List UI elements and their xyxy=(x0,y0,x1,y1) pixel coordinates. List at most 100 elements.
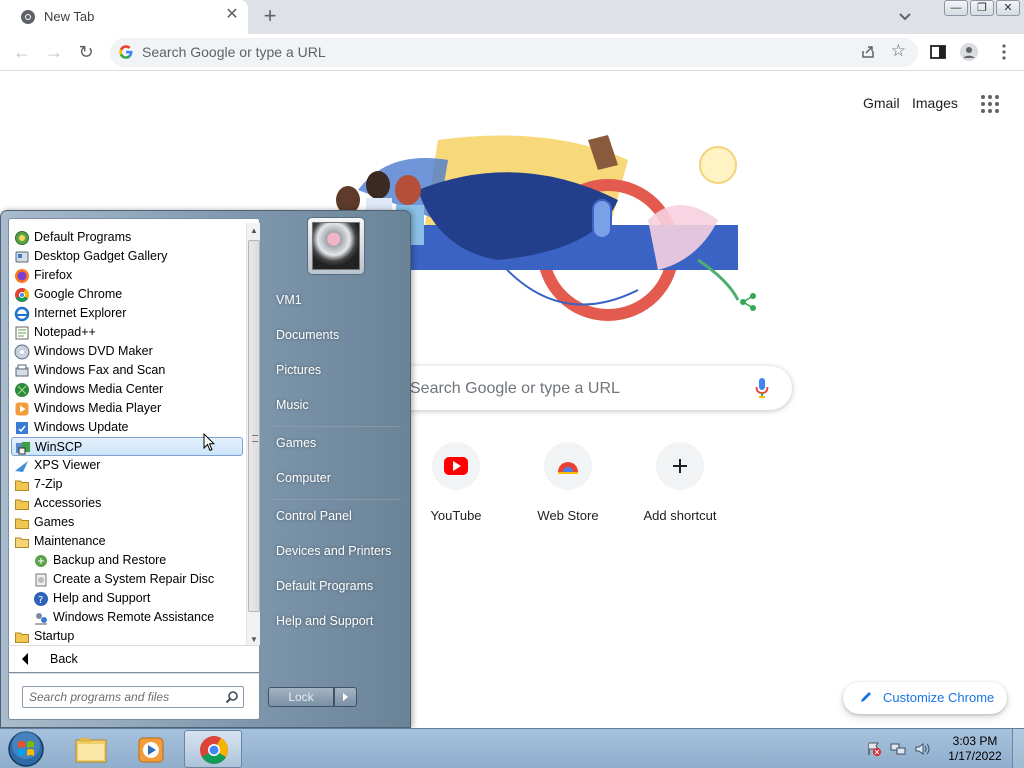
program-item[interactable]: Firefox xyxy=(11,266,243,285)
shortcut-web-store[interactable]: Web Store xyxy=(512,442,624,532)
program-item[interactable]: Windows Media Player xyxy=(11,399,243,418)
bookmark-star-icon[interactable]: ☆ xyxy=(891,41,906,61)
back-button[interactable]: Back xyxy=(8,645,260,673)
program-item[interactable]: Create a System Repair Disc xyxy=(11,570,243,589)
network-icon[interactable] xyxy=(890,741,906,757)
program-item[interactable]: Default Programs xyxy=(11,228,243,247)
remote-assistance-icon xyxy=(35,613,47,625)
program-label: Firefox xyxy=(34,268,73,282)
program-label: Windows Remote Assistance xyxy=(53,610,215,624)
dvd-maker-icon xyxy=(14,344,30,360)
search-programs-input[interactable] xyxy=(29,689,219,705)
program-item[interactable]: Windows Fax and Scan xyxy=(11,361,243,380)
program-label: Google Chrome xyxy=(34,287,123,301)
program-label: XPS Viewer xyxy=(34,458,101,472)
close-button[interactable]: ✕ xyxy=(996,0,1020,16)
minimize-button[interactable]: — xyxy=(944,0,968,16)
start-right-item[interactable]: Help and Support xyxy=(276,614,373,628)
tab-new-tab[interactable]: New Tab ✕ xyxy=(0,0,248,34)
magnifier-icon[interactable] xyxy=(225,690,239,704)
program-item[interactable]: Google Chrome xyxy=(11,285,243,304)
start-right-item[interactable]: Pictures xyxy=(276,363,321,377)
program-item[interactable]: Maintenance xyxy=(11,532,243,551)
start-right-item[interactable]: Music xyxy=(276,398,309,412)
program-item[interactable]: Windows DVD Maker xyxy=(11,342,243,361)
folder-open-icon xyxy=(15,537,29,548)
program-item[interactable]: Windows Remote Assistance xyxy=(11,608,243,627)
windows-start-orb-icon[interactable] xyxy=(6,730,46,768)
media-center-icon xyxy=(15,383,29,397)
microphone-icon[interactable] xyxy=(755,377,769,399)
program-item[interactable]: Desktop Gadget Gallery xyxy=(11,247,243,266)
program-item[interactable]: Accessories xyxy=(11,494,243,513)
show-desktop-button[interactable] xyxy=(1012,729,1024,768)
user-avatar[interactable] xyxy=(307,217,365,275)
tab-search-chevron-icon[interactable] xyxy=(895,8,915,26)
scroll-up-arrow-icon[interactable]: ▲ xyxy=(247,223,261,239)
doodle-share-icon[interactable] xyxy=(738,292,758,312)
start-right-item[interactable]: Documents xyxy=(276,328,339,342)
firefox-icon xyxy=(15,269,29,283)
clock-time: 3:03 PM xyxy=(952,734,998,748)
program-item[interactable]: Games xyxy=(11,513,243,532)
images-link[interactable]: Images xyxy=(912,95,958,111)
customize-chrome-label: Customize Chrome xyxy=(883,690,995,705)
notepadpp-icon xyxy=(15,326,29,340)
all-programs-list: ▲ ▼ Default Programs Desktop Gadget Galle… xyxy=(8,218,260,649)
back-arrow-icon[interactable]: ← xyxy=(10,40,34,64)
programs-scrollbar[interactable]: ▲ ▼ xyxy=(246,223,260,648)
customize-chrome-button[interactable]: Customize Chrome xyxy=(843,682,1007,714)
program-item[interactable]: Internet Explorer xyxy=(11,304,243,323)
start-right-item[interactable]: Devices and Printers xyxy=(276,544,391,558)
address-bar[interactable]: Search Google or type a URL ☆ xyxy=(110,38,918,67)
profile-avatar-icon[interactable] xyxy=(960,43,978,61)
window-controls: — ❐ ✕ xyxy=(944,0,1020,18)
program-label: Windows Fax and Scan xyxy=(34,363,166,377)
system-tray xyxy=(866,741,930,757)
taskbar-media-player[interactable] xyxy=(122,730,180,768)
action-center-flag-icon[interactable] xyxy=(866,741,882,757)
start-right-item[interactable]: Computer xyxy=(276,471,331,485)
plus-icon xyxy=(656,442,704,490)
program-item[interactable]: Startup xyxy=(11,627,243,646)
program-item[interactable]: XPS Viewer xyxy=(11,456,243,475)
web-store-icon xyxy=(544,442,592,490)
side-panel-icon[interactable] xyxy=(929,43,947,61)
program-label: 7-Zip xyxy=(34,477,63,491)
taskbar-chrome[interactable] xyxy=(184,730,242,768)
new-tab-button[interactable]: + xyxy=(258,5,282,29)
program-label: Games xyxy=(34,515,75,529)
program-item[interactable]: 7-Zip xyxy=(11,475,243,494)
program-item[interactable]: ? Help and Support xyxy=(11,589,243,608)
start-right-item[interactable]: VM1 xyxy=(276,293,302,307)
start-right-item[interactable]: Games xyxy=(276,436,316,450)
lock-button[interactable]: Lock xyxy=(268,687,334,707)
tab-close-icon[interactable]: ✕ xyxy=(222,5,242,25)
program-item[interactable]: Notepad++ xyxy=(11,323,243,342)
scroll-thumb[interactable] xyxy=(248,240,260,612)
program-item[interactable]: Windows Media Center xyxy=(11,380,243,399)
taskbar-explorer[interactable] xyxy=(62,730,120,768)
start-search-field[interactable] xyxy=(22,686,244,708)
start-right-item[interactable]: Control Panel xyxy=(276,509,352,523)
ie-icon xyxy=(14,306,30,322)
reload-icon[interactable]: ↻ xyxy=(74,40,98,64)
start-right-item[interactable]: Default Programs xyxy=(276,579,373,593)
gmail-link[interactable]: Gmail xyxy=(863,95,900,111)
shortcut-add[interactable]: Add shortcut xyxy=(624,442,736,532)
program-label: Notepad++ xyxy=(34,325,96,339)
shortcut-youtube[interactable]: YouTube xyxy=(400,442,512,532)
shortcut-label: Add shortcut xyxy=(643,508,717,523)
forward-arrow-icon[interactable]: → xyxy=(42,40,66,64)
folder-icon xyxy=(15,480,29,491)
menu-divider xyxy=(269,499,401,500)
volume-icon[interactable] xyxy=(914,741,930,757)
share-icon[interactable] xyxy=(860,44,876,60)
shutdown-options-arrow-icon[interactable] xyxy=(334,687,357,707)
google-apps-icon[interactable] xyxy=(981,95,999,113)
program-item[interactable]: Backup and Restore xyxy=(11,551,243,570)
program-label: Internet Explorer xyxy=(34,306,127,320)
chrome-menu-icon[interactable] xyxy=(995,43,1013,61)
restore-button[interactable]: ❐ xyxy=(970,0,994,16)
system-clock[interactable]: 3:03 PM 1/17/2022 xyxy=(940,734,1010,764)
